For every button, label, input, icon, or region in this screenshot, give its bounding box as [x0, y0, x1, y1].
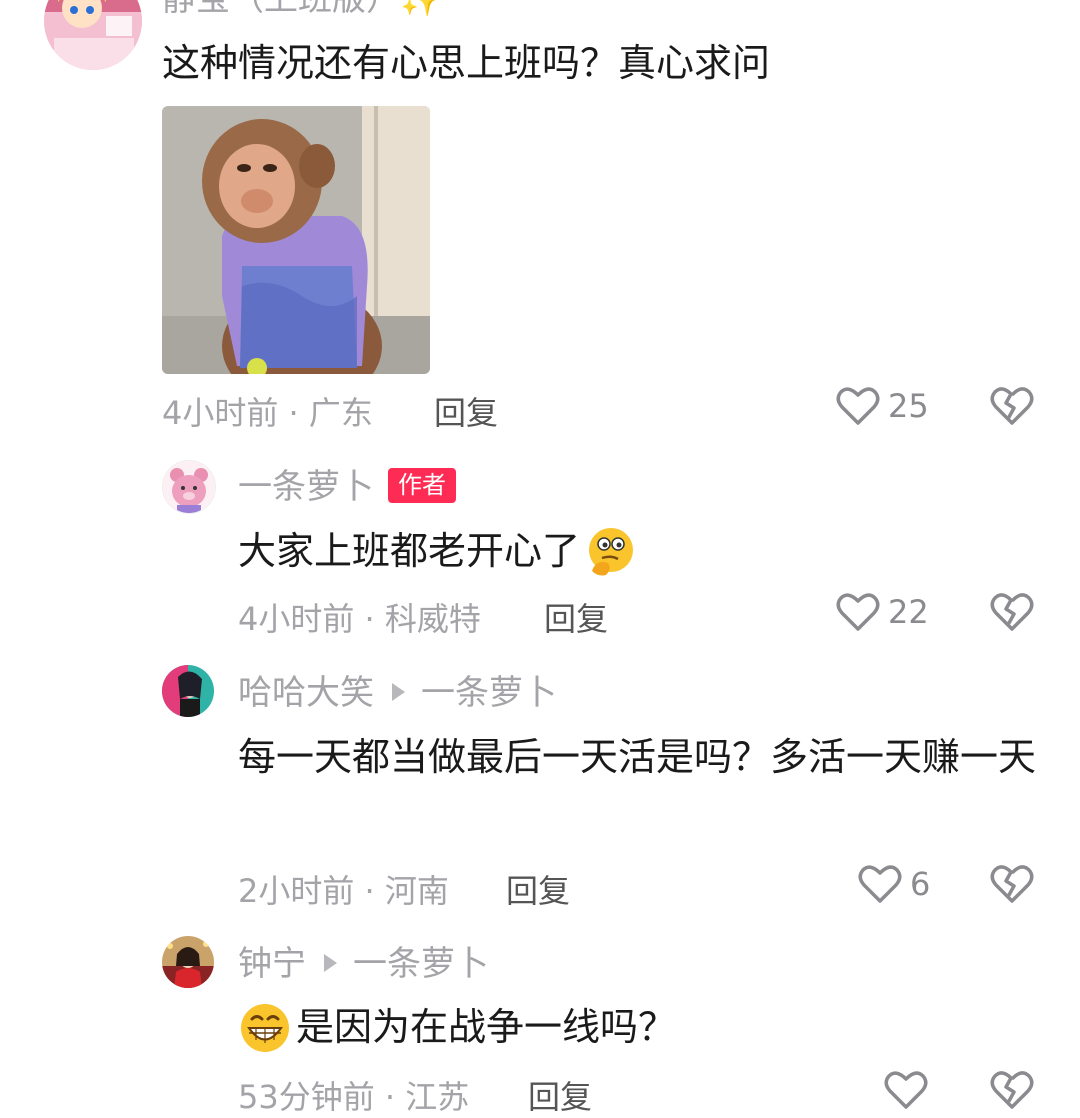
like-button[interactable]: [884, 1070, 936, 1110]
reply-button[interactable]: 回复: [434, 388, 498, 434]
dislike-button[interactable]: [990, 386, 1034, 426]
comment-time: 4小时前: [238, 600, 355, 638]
meta-separator: ·: [374, 1078, 406, 1116]
heart-outline-icon: [858, 864, 902, 904]
like-button[interactable]: 22: [836, 592, 929, 632]
meta-separator: ·: [354, 872, 385, 910]
like-count: 22: [888, 593, 929, 631]
comment-location: 科威特: [384, 600, 481, 638]
grin-emoji-icon: [238, 1001, 292, 1055]
avatar[interactable]: [162, 936, 214, 988]
broken-heart-icon: [990, 864, 1034, 904]
avatar[interactable]: [44, 0, 142, 70]
comment-image[interactable]: [162, 106, 430, 374]
meta-separator: ·: [278, 394, 309, 432]
comment-time: 2小时前: [238, 872, 355, 910]
commenter-name[interactable]: 一条萝卜: [238, 467, 374, 507]
commenter-name[interactable]: 哈哈大笑: [238, 673, 374, 713]
comment-text: 这种情况还有心思上班吗？真心求问: [162, 41, 771, 85]
reply-button[interactable]: 回复: [528, 1072, 592, 1118]
reply-to-name[interactable]: 一条萝卜: [421, 673, 557, 713]
comment-location: 江苏: [405, 1078, 470, 1116]
reply-arrow-icon: [392, 682, 405, 701]
commenter-name[interactable]: 静宝（上班版）: [162, 0, 400, 19]
meta-separator: ·: [354, 600, 385, 638]
sparkle-emoji: ✨: [400, 0, 442, 19]
like-count: 6: [910, 865, 931, 903]
comment-time: 4小时前: [162, 394, 279, 432]
author-badge: 作者: [388, 468, 456, 503]
avatar[interactable]: [162, 665, 214, 717]
dislike-button[interactable]: [990, 592, 1034, 632]
comment-time: 53分钟前: [238, 1078, 375, 1116]
like-button[interactable]: 25: [836, 386, 929, 426]
reply-button[interactable]: 回复: [544, 594, 608, 640]
avatar[interactable]: [162, 460, 216, 514]
broken-heart-icon: [990, 386, 1034, 426]
thinking-emoji-icon: [584, 525, 638, 579]
dislike-button[interactable]: [990, 864, 1034, 904]
commenter-name[interactable]: 钟宁: [238, 944, 306, 984]
broken-heart-icon: [990, 1070, 1034, 1110]
heart-outline-icon: [836, 592, 880, 632]
comment-text: 大家上班都老开心了: [238, 529, 581, 573]
reply-to-name[interactable]: 一条萝卜: [353, 944, 489, 984]
comment-location: 河南: [384, 872, 449, 910]
reply-button[interactable]: 回复: [506, 866, 570, 912]
heart-outline-icon: [884, 1070, 928, 1110]
comment-location: 广东: [308, 394, 373, 432]
comment-text: 是因为在战争一线吗？: [296, 1005, 677, 1049]
like-button[interactable]: 6: [858, 864, 930, 904]
broken-heart-icon: [990, 592, 1034, 632]
dislike-button[interactable]: [990, 1070, 1034, 1110]
heart-outline-icon: [836, 386, 880, 426]
comment-text: 每一天都当做最后一天活是吗？多活一天赚一天: [238, 735, 1037, 779]
like-count: 25: [888, 387, 929, 425]
reply-arrow-icon: [324, 953, 337, 972]
